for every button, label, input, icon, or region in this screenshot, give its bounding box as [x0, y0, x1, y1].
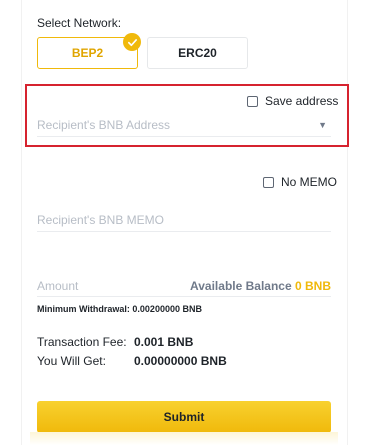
submit-shadow [30, 432, 338, 445]
amount-input-underline[interactable] [37, 296, 331, 297]
you-will-get-row: You Will Get: 0.00000000 BNB [37, 354, 227, 368]
amount-placeholder[interactable]: Amount [37, 279, 78, 293]
you-will-get-value: 0.00000000 BNB [134, 354, 227, 368]
transaction-fee-value: 0.001 BNB [134, 335, 194, 349]
save-address-checkbox[interactable] [247, 95, 258, 107]
you-will-get-label: You Will Get: [37, 354, 106, 368]
memo-input[interactable]: Recipient's BNB MEMO [37, 208, 331, 232]
memo-placeholder: Recipient's BNB MEMO [37, 212, 164, 227]
no-memo-checkbox[interactable] [263, 176, 274, 188]
network-option-erc20[interactable]: ERC20 [147, 37, 248, 69]
save-address-toggle[interactable]: Save address [247, 94, 338, 108]
selected-check-icon [123, 33, 141, 51]
available-balance-label: Available Balance [190, 279, 292, 293]
recipient-address-placeholder: Recipient's BNB Address [37, 117, 171, 132]
recipient-address-select[interactable]: Recipient's BNB Address ▼ [37, 113, 331, 137]
available-balance-value[interactable]: 0 BNB [295, 279, 331, 293]
submit-button[interactable]: Submit [37, 401, 331, 433]
dropdown-caret-icon[interactable]: ▼ [318, 120, 327, 130]
transaction-fee-label: Transaction Fee: [37, 335, 127, 349]
transaction-fee-row: Transaction Fee: 0.001 BNB [37, 335, 193, 349]
no-memo-toggle[interactable]: No MEMO [263, 175, 337, 189]
no-memo-label: No MEMO [281, 175, 338, 189]
minimum-withdrawal-text: Minimum Withdrawal: 0.00200000 BNB [37, 304, 202, 314]
save-address-label: Save address [265, 94, 339, 108]
network-label: Select Network: [37, 16, 122, 30]
available-balance: Available Balance 0 BNB [190, 279, 331, 293]
